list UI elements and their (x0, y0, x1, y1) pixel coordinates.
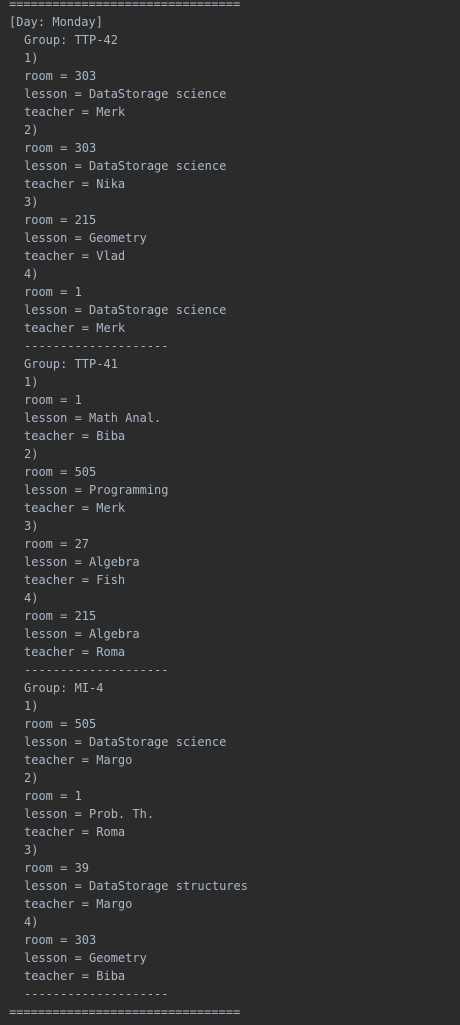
teacher-line: teacher = Margo (24, 897, 133, 911)
teacher-line: teacher = Roma (24, 825, 126, 839)
room-line: room = 303 (24, 69, 97, 83)
separator-line: ================================ (9, 1005, 241, 1019)
room-line: room = 39 (24, 861, 90, 875)
lesson-line: lesson = Geometry (24, 231, 147, 245)
lesson-line: lesson = Algebra (24, 627, 140, 641)
room-line: room = 27 (24, 537, 90, 551)
lesson-line: lesson = DataStorage science (24, 303, 227, 317)
lesson-line: lesson = Geometry (24, 951, 147, 965)
lesson-number: 3) (24, 195, 39, 209)
teacher-line: teacher = Merk (24, 501, 126, 515)
lesson-number: 2) (24, 447, 39, 461)
room-line: room = 303 (24, 933, 97, 947)
room-line: room = 505 (24, 717, 97, 731)
room-line: room = 1 (24, 285, 82, 299)
teacher-line: teacher = Biba (24, 429, 126, 443)
lesson-line: lesson = Algebra (24, 555, 140, 569)
lesson-number: 1) (24, 699, 39, 713)
console-output: ================================ [Day: Mo… (0, 0, 460, 1025)
group-title: Group: MI-4 (24, 681, 104, 695)
lesson-number: 3) (24, 843, 39, 857)
lesson-number: 3) (24, 519, 39, 533)
teacher-line: teacher = Margo (24, 753, 133, 767)
lesson-line: lesson = Programming (24, 483, 169, 497)
group-title: Group: TTP-41 (24, 357, 118, 371)
lesson-number: 4) (24, 591, 39, 605)
room-line: room = 1 (24, 789, 82, 803)
lesson-line: lesson = DataStorage science (24, 159, 227, 173)
teacher-line: teacher = Vlad (24, 249, 126, 263)
lesson-number: 1) (24, 51, 39, 65)
teacher-line: teacher = Roma (24, 645, 126, 659)
teacher-line: teacher = Nika (24, 177, 126, 191)
teacher-line: teacher = Merk (24, 321, 126, 335)
lesson-number: 2) (24, 123, 39, 137)
room-line: room = 215 (24, 609, 97, 623)
separator-line: ================================ (9, 0, 241, 11)
teacher-line: teacher = Fish (24, 573, 126, 587)
lesson-line: lesson = Prob. Th. (24, 807, 155, 821)
room-line: room = 1 (24, 393, 82, 407)
lesson-line: lesson = Math Anal. (24, 411, 162, 425)
lesson-line: lesson = DataStorage science (24, 735, 227, 749)
lesson-line: lesson = DataStorage science (24, 87, 227, 101)
group-divider: -------------------- (24, 987, 169, 1001)
group-divider: -------------------- (24, 663, 169, 677)
teacher-line: teacher = Biba (24, 969, 126, 983)
group-divider: -------------------- (24, 339, 169, 353)
group-title: Group: TTP-42 (24, 33, 118, 47)
room-line: room = 505 (24, 465, 97, 479)
lesson-line: lesson = DataStorage structures (24, 879, 248, 893)
day-header: [Day: Monday] (9, 15, 103, 29)
room-line: room = 215 (24, 213, 97, 227)
lesson-number: 4) (24, 915, 39, 929)
lesson-number: 2) (24, 771, 39, 785)
room-line: room = 303 (24, 141, 97, 155)
lesson-number: 1) (24, 375, 39, 389)
lesson-number: 4) (24, 267, 39, 281)
teacher-line: teacher = Merk (24, 105, 126, 119)
